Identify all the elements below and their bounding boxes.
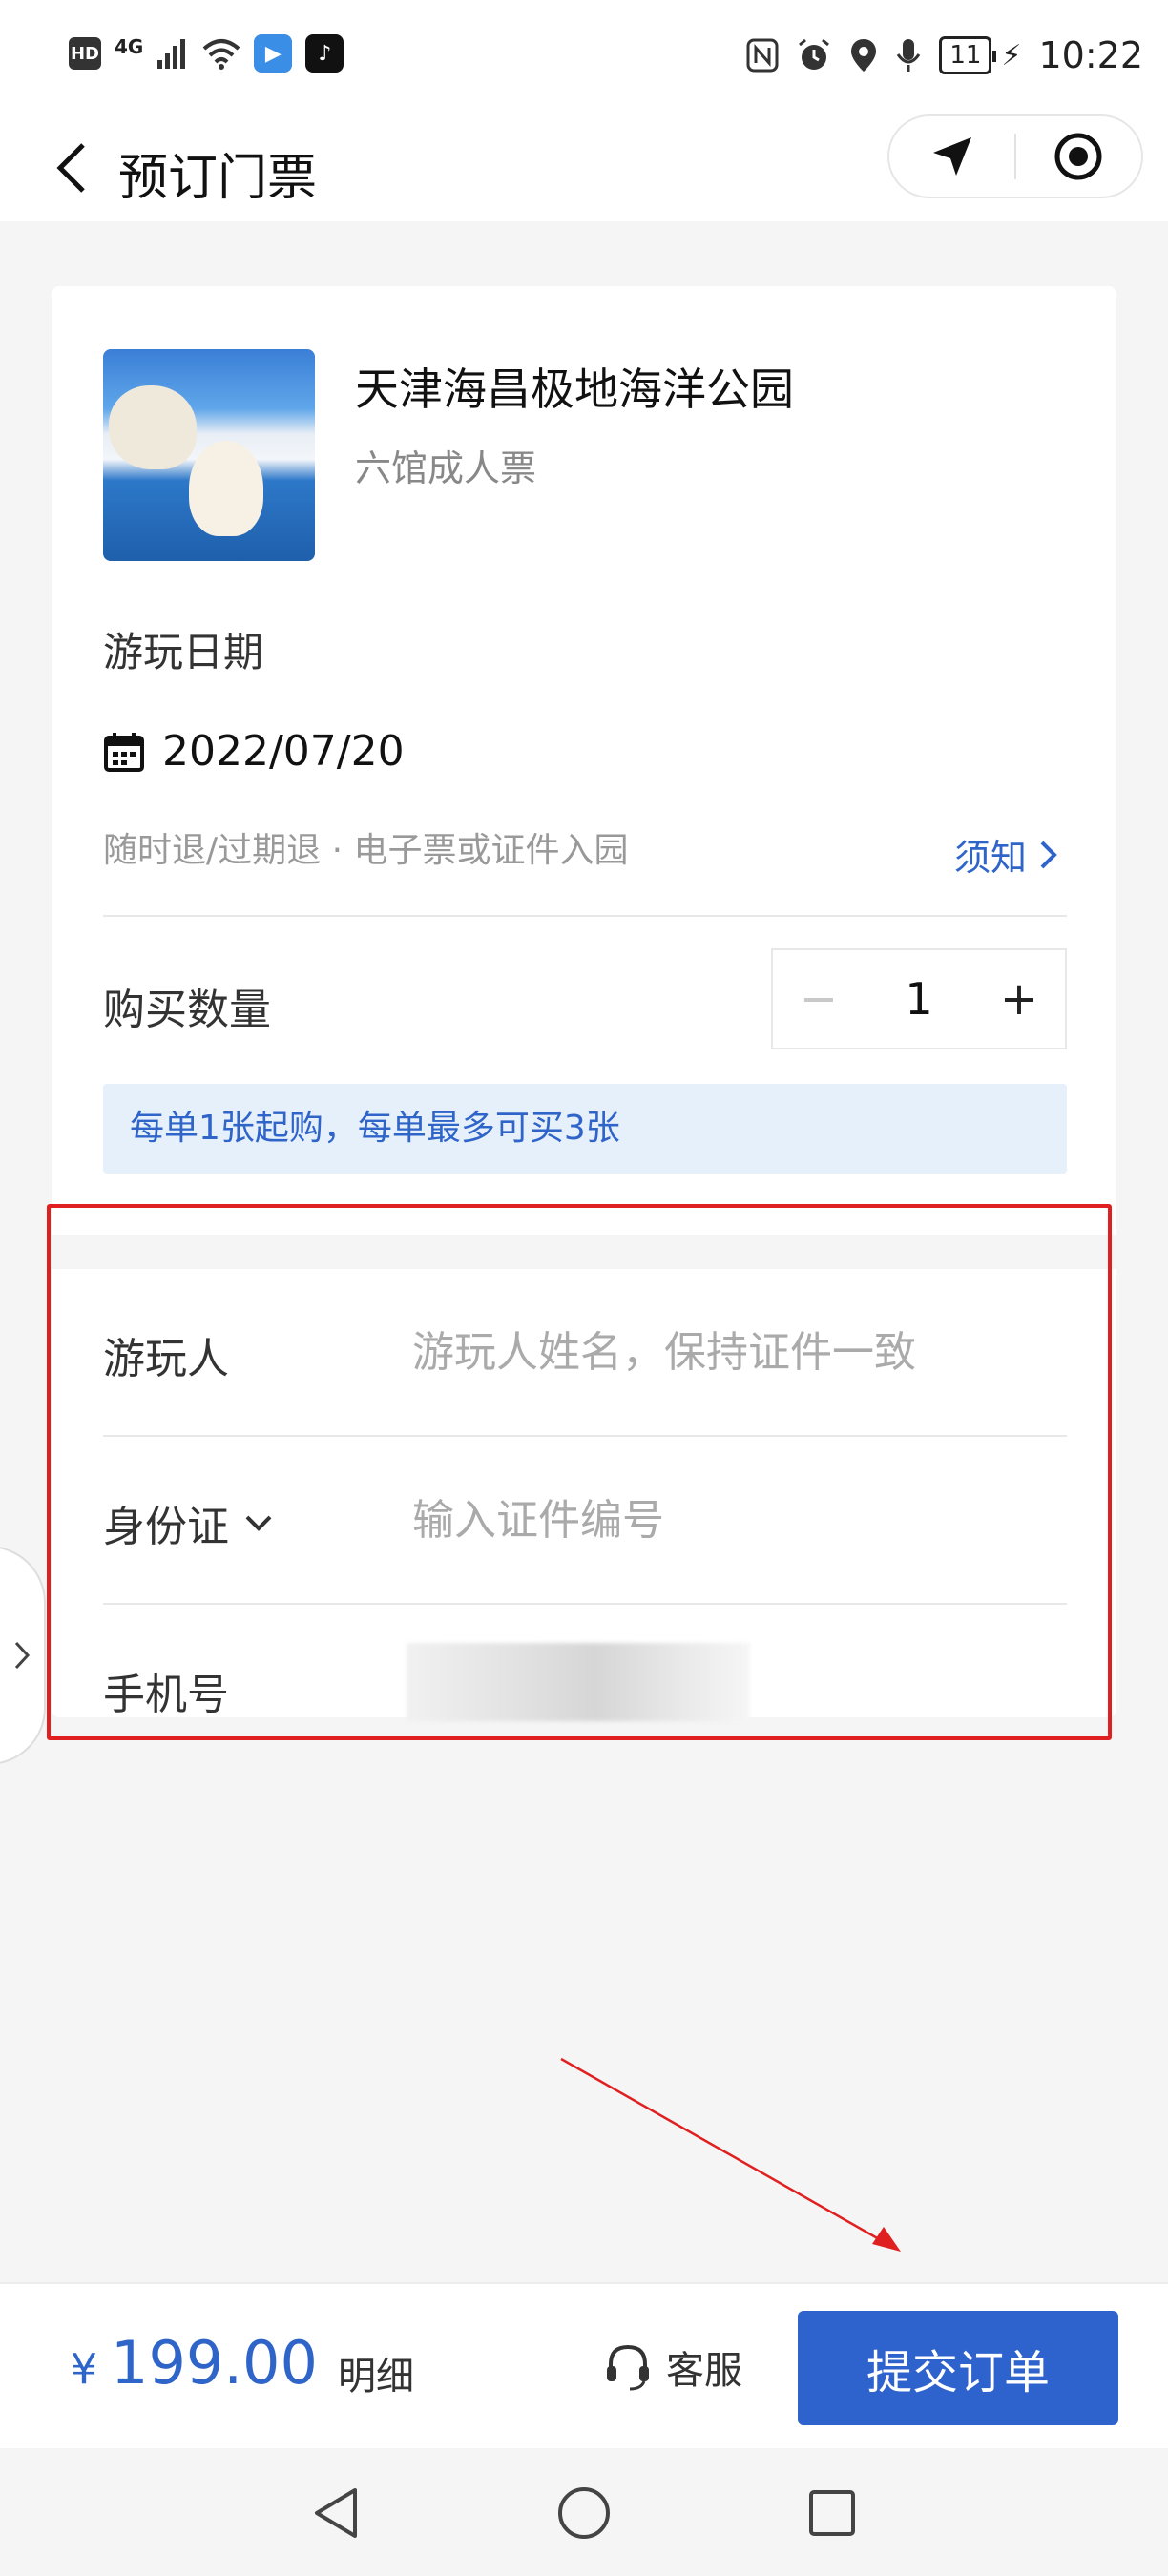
- signal-icon: [157, 39, 186, 69]
- quantity-label: 购买数量: [103, 986, 271, 1034]
- circle-home-icon: [558, 2487, 610, 2539]
- polar-bear-shape: [109, 385, 197, 469]
- mini-program-capsule: [887, 114, 1143, 198]
- ticket-type: 六馆成人票: [355, 447, 537, 489]
- triangle-back-icon: [315, 2488, 357, 2538]
- close-mini-program-button[interactable]: [1016, 116, 1141, 197]
- divider: [103, 915, 1067, 917]
- submit-order-button[interactable]: 提交订单: [798, 2311, 1118, 2425]
- decrease-button[interactable]: −: [773, 950, 865, 1048]
- location-arrow-icon: [932, 137, 971, 176]
- status-left: HD 4G ▶ ♪: [69, 34, 344, 73]
- status-bar: HD 4G ▶ ♪ 11 ⚡ 10:22: [0, 0, 1168, 114]
- charging-icon: ⚡: [1001, 38, 1022, 73]
- customer-service-button[interactable]: 客服: [603, 2339, 742, 2395]
- park-thumbnail: [103, 349, 315, 561]
- total-price: ¥ 199.00: [71, 2328, 318, 2398]
- back-arrow-icon: [56, 143, 85, 193]
- price-amount: 199.00: [111, 2328, 318, 2398]
- network-label: 4G: [115, 35, 144, 58]
- currency-symbol: ¥: [71, 2345, 97, 2394]
- quantity-stepper: − 1 +: [771, 948, 1067, 1049]
- calendar-icon: [104, 732, 144, 772]
- price-detail-link[interactable]: 明细: [338, 2345, 414, 2400]
- notice-label: 须知: [953, 837, 1027, 879]
- hd-icon: HD: [69, 37, 101, 70]
- quantity-value: 1: [905, 973, 933, 1025]
- clock: 10:22: [1038, 34, 1143, 76]
- wifi-icon: [203, 39, 240, 70]
- location-share-button[interactable]: [889, 116, 1014, 197]
- system-home-button[interactable]: [548, 2477, 620, 2549]
- annotation-highlight-box: [47, 1204, 1112, 1740]
- polar-bear-cub-shape: [189, 441, 263, 536]
- nav-bar: 预订门票: [0, 114, 1168, 221]
- visit-date-value: 2022/07/20: [162, 727, 405, 776]
- checkout-bar: ¥ 199.00 明细 客服 提交订单: [0, 2282, 1168, 2448]
- purchase-limit-banner: 每单1张起购，每单最多可买3张: [103, 1084, 1067, 1174]
- battery-indicator: 11: [939, 36, 997, 74]
- visit-date-label: 游玩日期: [103, 629, 264, 675]
- alarm-icon: [799, 38, 830, 70]
- park-name: 天津海昌极地海洋公园: [355, 364, 794, 415]
- visit-date-selector[interactable]: 2022/07/20: [103, 727, 405, 776]
- system-back-button[interactable]: [300, 2477, 372, 2549]
- increase-button[interactable]: +: [973, 950, 1065, 1048]
- refund-policy: 随时退/过期退 · 电子票或证件入园: [103, 831, 629, 870]
- service-label: 客服: [666, 2349, 742, 2393]
- system-recents-button[interactable]: [796, 2477, 868, 2549]
- page-title: 预订门票: [118, 150, 318, 207]
- tiktok-icon: ♪: [305, 34, 344, 73]
- target-icon: [1054, 133, 1102, 180]
- app-notification-icon: ▶: [254, 34, 293, 73]
- floating-side-tab[interactable]: [0, 1546, 46, 1765]
- nfc-icon: [746, 38, 779, 73]
- square-recents-icon: [809, 2490, 855, 2536]
- notice-link[interactable]: 须知: [954, 828, 1059, 881]
- back-button[interactable]: [38, 132, 105, 204]
- chevron-right-icon: [14, 1641, 31, 1670]
- headset-icon: [607, 2344, 649, 2391]
- status-right: 11 ⚡ 10:22: [746, 34, 1143, 76]
- microphone-icon: [897, 39, 921, 72]
- system-navigation-bar: [0, 2448, 1168, 2576]
- chevron-right-icon: [1040, 841, 1057, 868]
- location-icon: [851, 39, 877, 72]
